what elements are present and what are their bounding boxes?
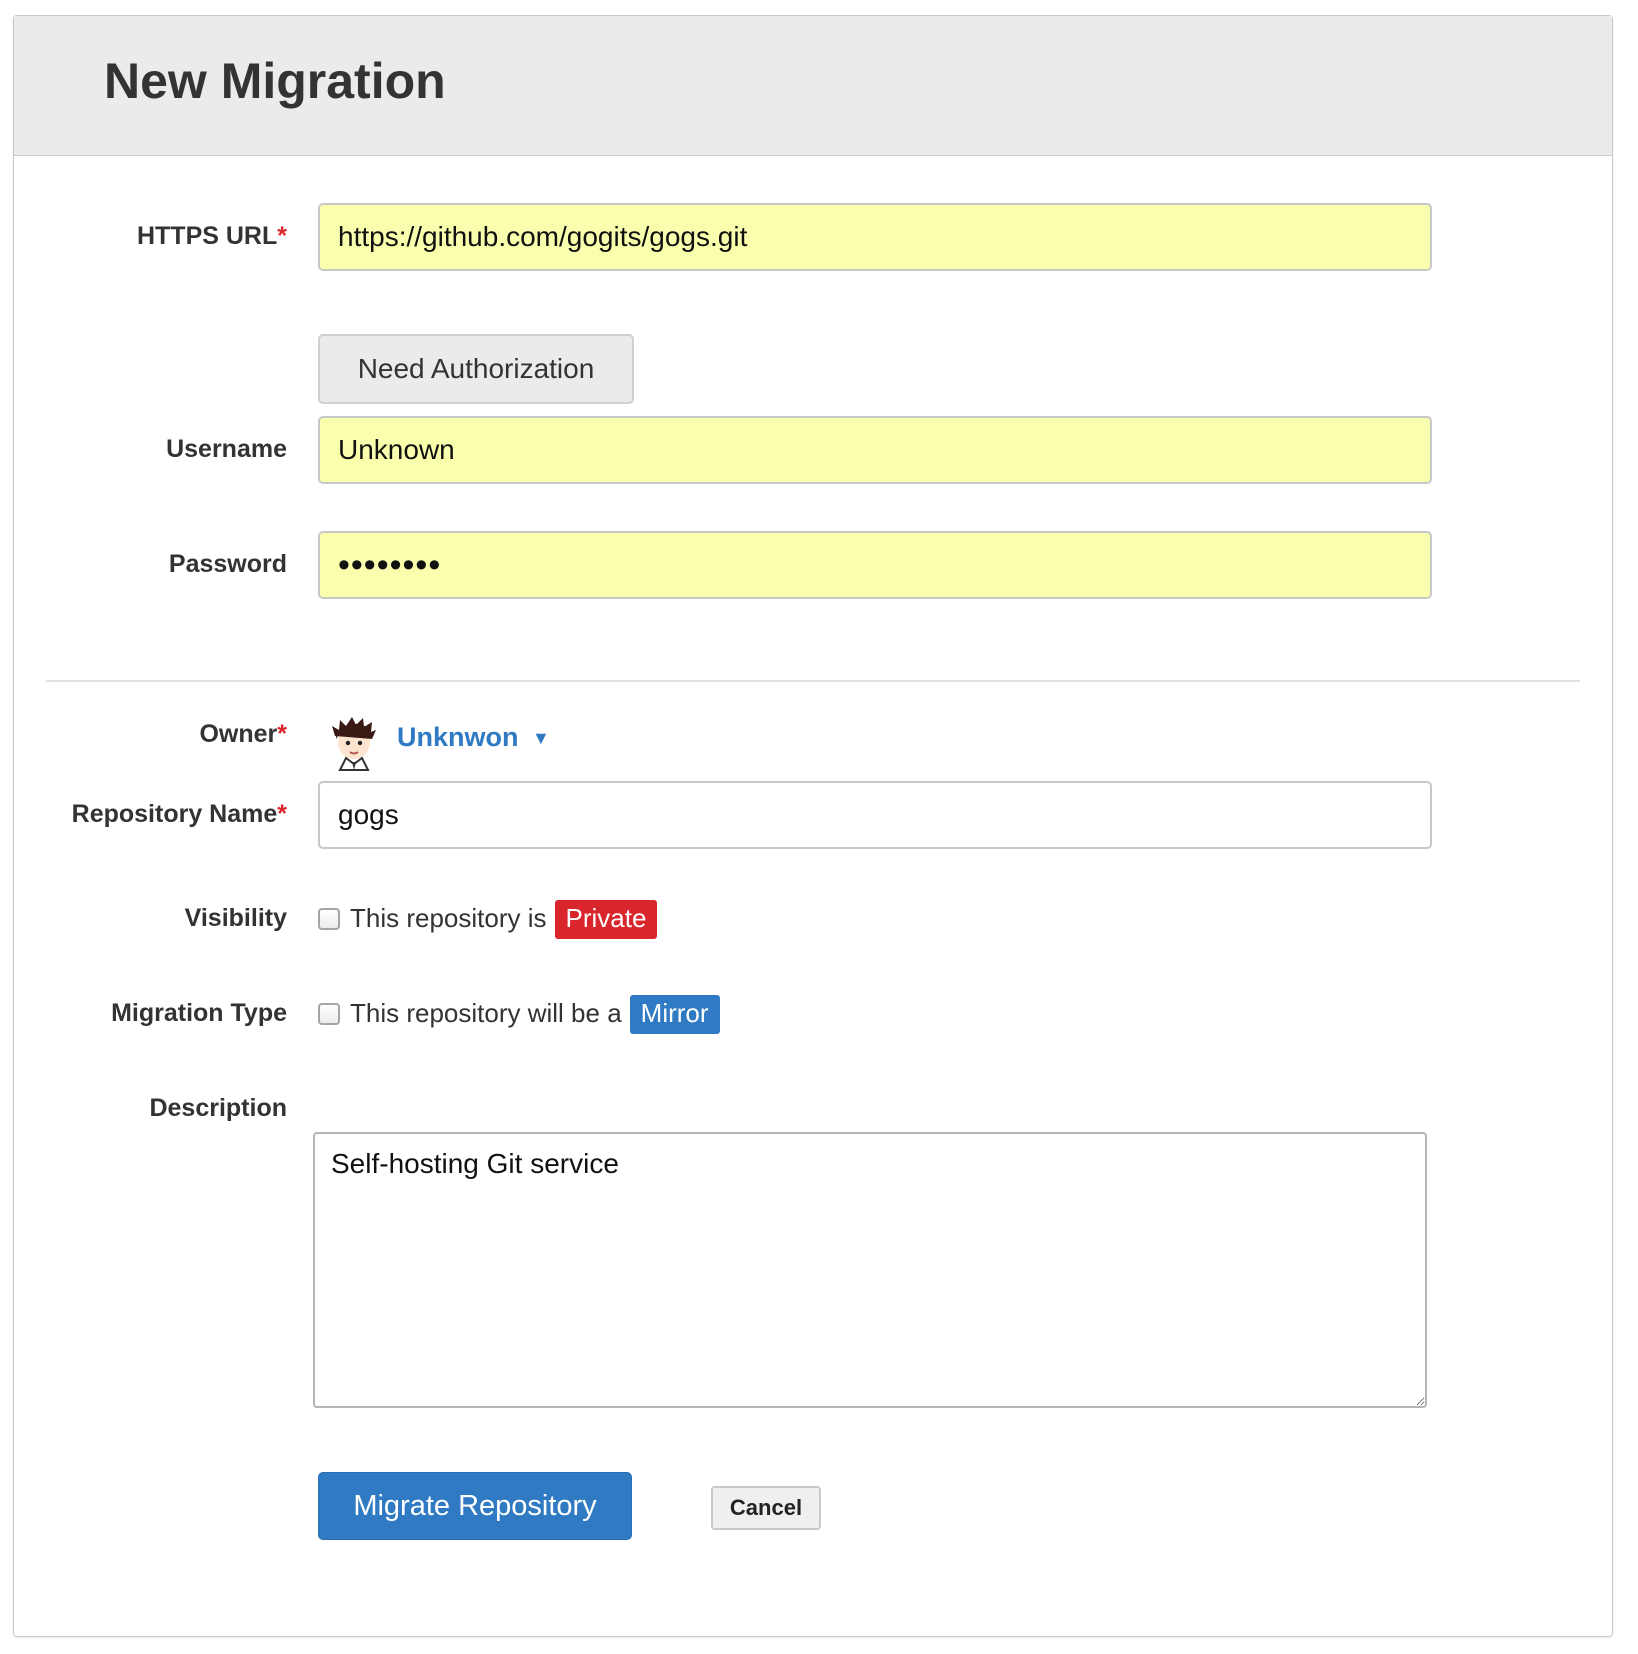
visibility-checkbox-label: This repository is xyxy=(350,903,547,933)
owner-avatar-icon[interactable] xyxy=(326,712,382,772)
migrate-repository-button[interactable]: Migrate Repository xyxy=(318,1472,632,1540)
visibility-text: This repository is Private xyxy=(350,900,658,939)
repo-name-label-text: Repository Name xyxy=(71,800,278,828)
username-label: Username xyxy=(166,435,287,464)
private-checkbox[interactable] xyxy=(318,908,340,930)
migration-type-label: Migration Type xyxy=(111,999,287,1028)
required-mark: * xyxy=(277,222,287,250)
https-url-label-text: HTTPS URL xyxy=(136,222,278,250)
description-label-text: Description xyxy=(149,1094,287,1122)
owner-label-text: Owner xyxy=(199,720,278,748)
owner-name-link[interactable]: Unknwon xyxy=(397,722,519,753)
visibility-label-text: Visibility xyxy=(184,904,287,932)
username-label-text: Username xyxy=(166,435,287,463)
https-url-input[interactable] xyxy=(318,203,1432,271)
migration-type-label-text: Migration Type xyxy=(111,999,287,1027)
repo-name-label: Repository Name* xyxy=(72,800,287,829)
owner-label: Owner* xyxy=(199,720,287,749)
migration-type-text: This repository will be a Mirror xyxy=(350,995,720,1034)
visibility-label: Visibility xyxy=(185,904,287,933)
username-input[interactable] xyxy=(318,416,1432,484)
required-mark: * xyxy=(277,720,287,748)
cancel-button[interactable]: Cancel xyxy=(711,1486,821,1530)
repository-name-input[interactable] xyxy=(318,781,1432,849)
mirror-checkbox-label: This repository will be a xyxy=(350,998,622,1028)
migration-panel: New Migration HTTPS URL* Need Authorizat… xyxy=(13,15,1613,1637)
form-divider xyxy=(46,680,1580,682)
private-badge: Private xyxy=(554,900,658,939)
description-label: Description xyxy=(149,1094,287,1123)
password-label-text: Password xyxy=(168,550,287,578)
need-authorization-button[interactable]: Need Authorization xyxy=(318,334,634,404)
panel-header: New Migration xyxy=(14,16,1612,156)
required-mark: * xyxy=(277,800,287,828)
description-textarea[interactable]: Self-hosting Git service xyxy=(313,1132,1427,1408)
chevron-down-icon[interactable]: ▼ xyxy=(532,728,550,749)
mirror-checkbox[interactable] xyxy=(318,1003,340,1025)
password-label: Password xyxy=(169,550,287,579)
mirror-badge: Mirror xyxy=(629,995,720,1034)
https-url-label: HTTPS URL* xyxy=(137,222,287,251)
password-input[interactable] xyxy=(318,531,1432,599)
page-title: New Migration xyxy=(104,53,446,109)
